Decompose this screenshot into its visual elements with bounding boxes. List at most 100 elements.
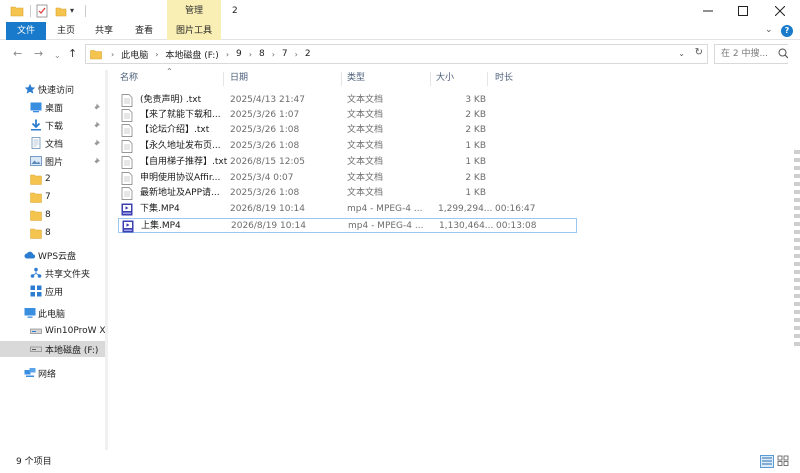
minimize-icon: [703, 10, 713, 12]
recent-locations-icon[interactable]: ⌄: [54, 48, 61, 64]
chevron-right-icon[interactable]: ›: [226, 50, 229, 59]
file-name: 上集.MP4: [141, 221, 181, 231]
sidebar-item-wps-cloud[interactable]: WPS云盘: [0, 247, 106, 263]
sidebar-item-drive-f[interactable]: 本地磁盘 (F:): [0, 341, 106, 357]
details-view-button[interactable]: [760, 455, 774, 468]
pin-icon[interactable]: [93, 102, 102, 114]
help-icon[interactable]: ?: [781, 25, 793, 37]
tab-home[interactable]: 主页: [52, 22, 80, 40]
column-header-size[interactable]: 大小: [436, 70, 454, 86]
column-header-date[interactable]: 日期: [230, 70, 248, 86]
back-arrow-icon[interactable]: ←: [13, 46, 22, 62]
search-box[interactable]: 在 2 中搜...: [714, 44, 794, 64]
search-placeholder: 在 2 中搜...: [721, 49, 769, 59]
maximize-button[interactable]: [723, 0, 763, 22]
close-button[interactable]: [760, 0, 800, 22]
sidebar-item-quick-access[interactable]: 快速访问: [0, 81, 106, 97]
sidebar-item-folder-7[interactable]: 7: [0, 189, 106, 205]
sidebar-item-shared-folder[interactable]: 共享文件夹: [0, 265, 106, 281]
breadcrumb-9[interactable]: 9: [236, 49, 242, 59]
chevron-right-icon[interactable]: ›: [295, 50, 298, 59]
divider[interactable]: [223, 72, 224, 86]
file-name: 【自用梯子推荐】.txt: [140, 157, 228, 167]
breadcrumb-2[interactable]: 2: [305, 49, 311, 59]
file-type: mp4 - MPEG-4 ...: [347, 204, 423, 214]
table-row[interactable]: 申明使用协议Affir... 2025/3/4 0:07 文本文档 2 KB: [118, 171, 577, 186]
breadcrumb-8[interactable]: 8: [259, 49, 265, 59]
expand-ribbon-icon[interactable]: ⌄: [765, 25, 773, 35]
pin-icon[interactable]: [93, 156, 102, 168]
tab-picture-tools[interactable]: 图片工具: [167, 22, 221, 40]
tab-view[interactable]: 查看: [130, 22, 158, 40]
chevron-right-icon[interactable]: ›: [111, 50, 114, 59]
file-type: 文本文档: [347, 110, 384, 120]
up-arrow-icon[interactable]: ↑: [68, 46, 77, 62]
customize-toolbar-icon[interactable]: ▾: [70, 4, 78, 18]
large-icons-view-button[interactable]: [777, 455, 791, 468]
file-date: 2026/8/19 10:14: [230, 204, 305, 214]
sidebar-item-folder-8b[interactable]: 8: [0, 225, 106, 241]
sidebar-item-folder-2[interactable]: 2: [0, 171, 106, 187]
table-row[interactable]: 最新地址及APP请... 2025/3/26 1:08 文本文档 1 KB: [118, 186, 577, 201]
tab-share[interactable]: 共享: [90, 22, 118, 40]
file-size: 2 KB: [465, 173, 486, 183]
chevron-right-icon[interactable]: ›: [272, 50, 275, 59]
sidebar-label: 此电脑: [38, 309, 66, 320]
pin-icon[interactable]: [93, 120, 102, 132]
sidebar-item-downloads[interactable]: 下载: [0, 117, 106, 133]
table-row[interactable]: (免责声明) .txt 2025/4/13 21:47 文本文档 3 KB: [118, 93, 577, 108]
divider[interactable]: [430, 72, 431, 86]
close-icon: [775, 6, 785, 16]
item-count: 9 个项目: [16, 457, 52, 467]
table-row[interactable]: 【来了就能下载和... 2025/3/26 1:07 文本文档 2 KB: [118, 108, 577, 123]
sidebar-item-folder-8[interactable]: 8: [0, 207, 106, 223]
sidebar-item-drive-c[interactable]: Win10ProW X: [0, 323, 106, 339]
apps-icon: [30, 285, 42, 297]
divider[interactable]: [487, 72, 488, 86]
chevron-right-icon[interactable]: ›: [249, 50, 252, 59]
sidebar-item-network[interactable]: 网络: [0, 365, 106, 381]
download-icon: [31, 119, 41, 131]
table-row[interactable]: 【永久地址发布页... 2025/3/26 1:08 文本文档 1 KB: [118, 139, 577, 154]
breadcrumb-7[interactable]: 7: [282, 49, 288, 59]
refresh-icon[interactable]: ↻: [695, 47, 703, 58]
divider[interactable]: [341, 72, 342, 86]
sidebar-item-apps[interactable]: 应用: [0, 283, 106, 299]
tab-file[interactable]: 文件: [6, 22, 46, 40]
chevron-right-icon[interactable]: ›: [155, 50, 158, 59]
column-header-type[interactable]: 类型: [347, 70, 365, 86]
breadcrumb-drive[interactable]: 本地磁盘 (F:): [165, 48, 218, 61]
sidebar-item-desktop[interactable]: 桌面: [0, 99, 106, 115]
properties-icon[interactable]: [36, 4, 48, 18]
sidebar-label: 网络: [38, 369, 57, 380]
table-row[interactable]: 【自用梯子推荐】.txt 2026/8/15 12:05 文本文档 1 KB: [118, 155, 577, 170]
cloud-icon: [24, 251, 36, 259]
tab-manage[interactable]: 管理: [167, 0, 221, 22]
new-folder-icon[interactable]: [55, 4, 67, 18]
table-row[interactable]: 下集.MP4 2026/8/19 10:14 mp4 - MPEG-4 ... …: [118, 202, 577, 217]
sidebar-item-this-pc[interactable]: 此电脑: [0, 305, 106, 321]
folder-icon[interactable]: [10, 4, 24, 18]
forward-arrow-icon[interactable]: →: [34, 46, 43, 62]
folder-icon: [30, 210, 42, 221]
table-row[interactable]: 【论坛介绍】.txt 2025/3/26 1:08 文本文档 2 KB: [118, 123, 577, 138]
sidebar-item-pictures[interactable]: 图片: [0, 153, 106, 169]
pin-icon[interactable]: [93, 138, 102, 150]
file-size: 1,299,294...: [438, 204, 493, 214]
table-row[interactable]: 上集.MP4 2026/8/19 10:14 mp4 - MPEG-4 ... …: [118, 218, 577, 233]
ribbon-tabs: 文件 主页 共享 查看 图片工具 ⌄ ?: [0, 22, 800, 40]
address-dropdown-icon[interactable]: ⌄: [678, 49, 685, 58]
file-size: 2 KB: [465, 110, 486, 120]
sidebar-label: 快速访问: [38, 85, 75, 96]
divider: [30, 5, 31, 17]
address-bar[interactable]: › 此电脑 › 本地磁盘 (F:) › 9 › 8 › 7 › 2 ⌄ ↻: [85, 44, 708, 64]
sidebar-label: 下载: [45, 121, 64, 132]
minimize-button[interactable]: [688, 0, 728, 22]
file-size: 1,130,464...: [439, 221, 494, 231]
sidebar-item-documents[interactable]: 文档: [0, 135, 106, 151]
column-header-duration[interactable]: 时长: [495, 70, 513, 86]
file-size: 2 KB: [465, 125, 486, 135]
column-header-name[interactable]: 名称: [120, 70, 138, 86]
breadcrumb-this-pc[interactable]: 此电脑: [121, 48, 148, 61]
scrollbar-thumb[interactable]: [794, 150, 800, 350]
